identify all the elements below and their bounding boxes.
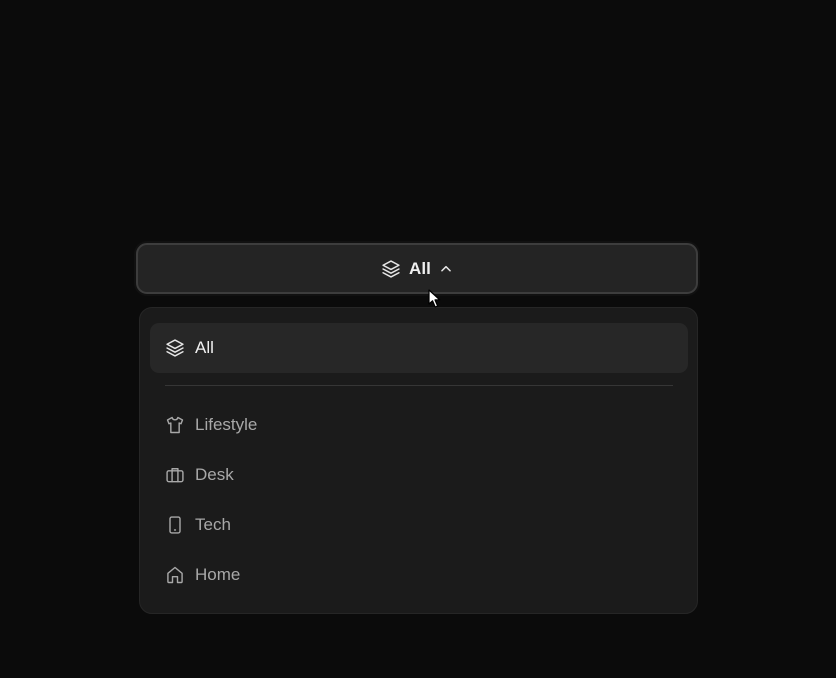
shirt-icon	[165, 415, 185, 435]
layers-icon	[381, 259, 401, 279]
menu-item-desk[interactable]: Desk	[150, 450, 688, 500]
menu-item-label: All	[195, 338, 214, 357]
menu-item-label: Desk	[195, 465, 234, 484]
briefcase-icon	[165, 465, 185, 485]
menu-item-home[interactable]: Home	[150, 550, 688, 600]
category-filter-label: All	[408, 258, 432, 278]
layers-icon	[165, 338, 185, 358]
category-dropdown-menu: All Lifestyle Desk Tech Home	[139, 307, 698, 614]
home-icon	[165, 565, 185, 585]
menu-item-label: Tech	[195, 515, 231, 534]
menu-divider	[165, 385, 673, 386]
chevron-up-icon	[439, 262, 453, 276]
category-filter-button[interactable]: All	[136, 243, 698, 294]
menu-item-label: Lifestyle	[195, 415, 258, 434]
menu-item-tech[interactable]: Tech	[150, 500, 688, 550]
menu-item-all[interactable]: All	[150, 323, 688, 373]
smartphone-icon	[165, 515, 185, 535]
menu-item-lifestyle[interactable]: Lifestyle	[150, 400, 688, 450]
menu-item-label: Home	[195, 565, 241, 584]
mouse-cursor-icon	[428, 289, 442, 314]
page: All All Lifestyle Desk Tech Home	[0, 0, 836, 678]
